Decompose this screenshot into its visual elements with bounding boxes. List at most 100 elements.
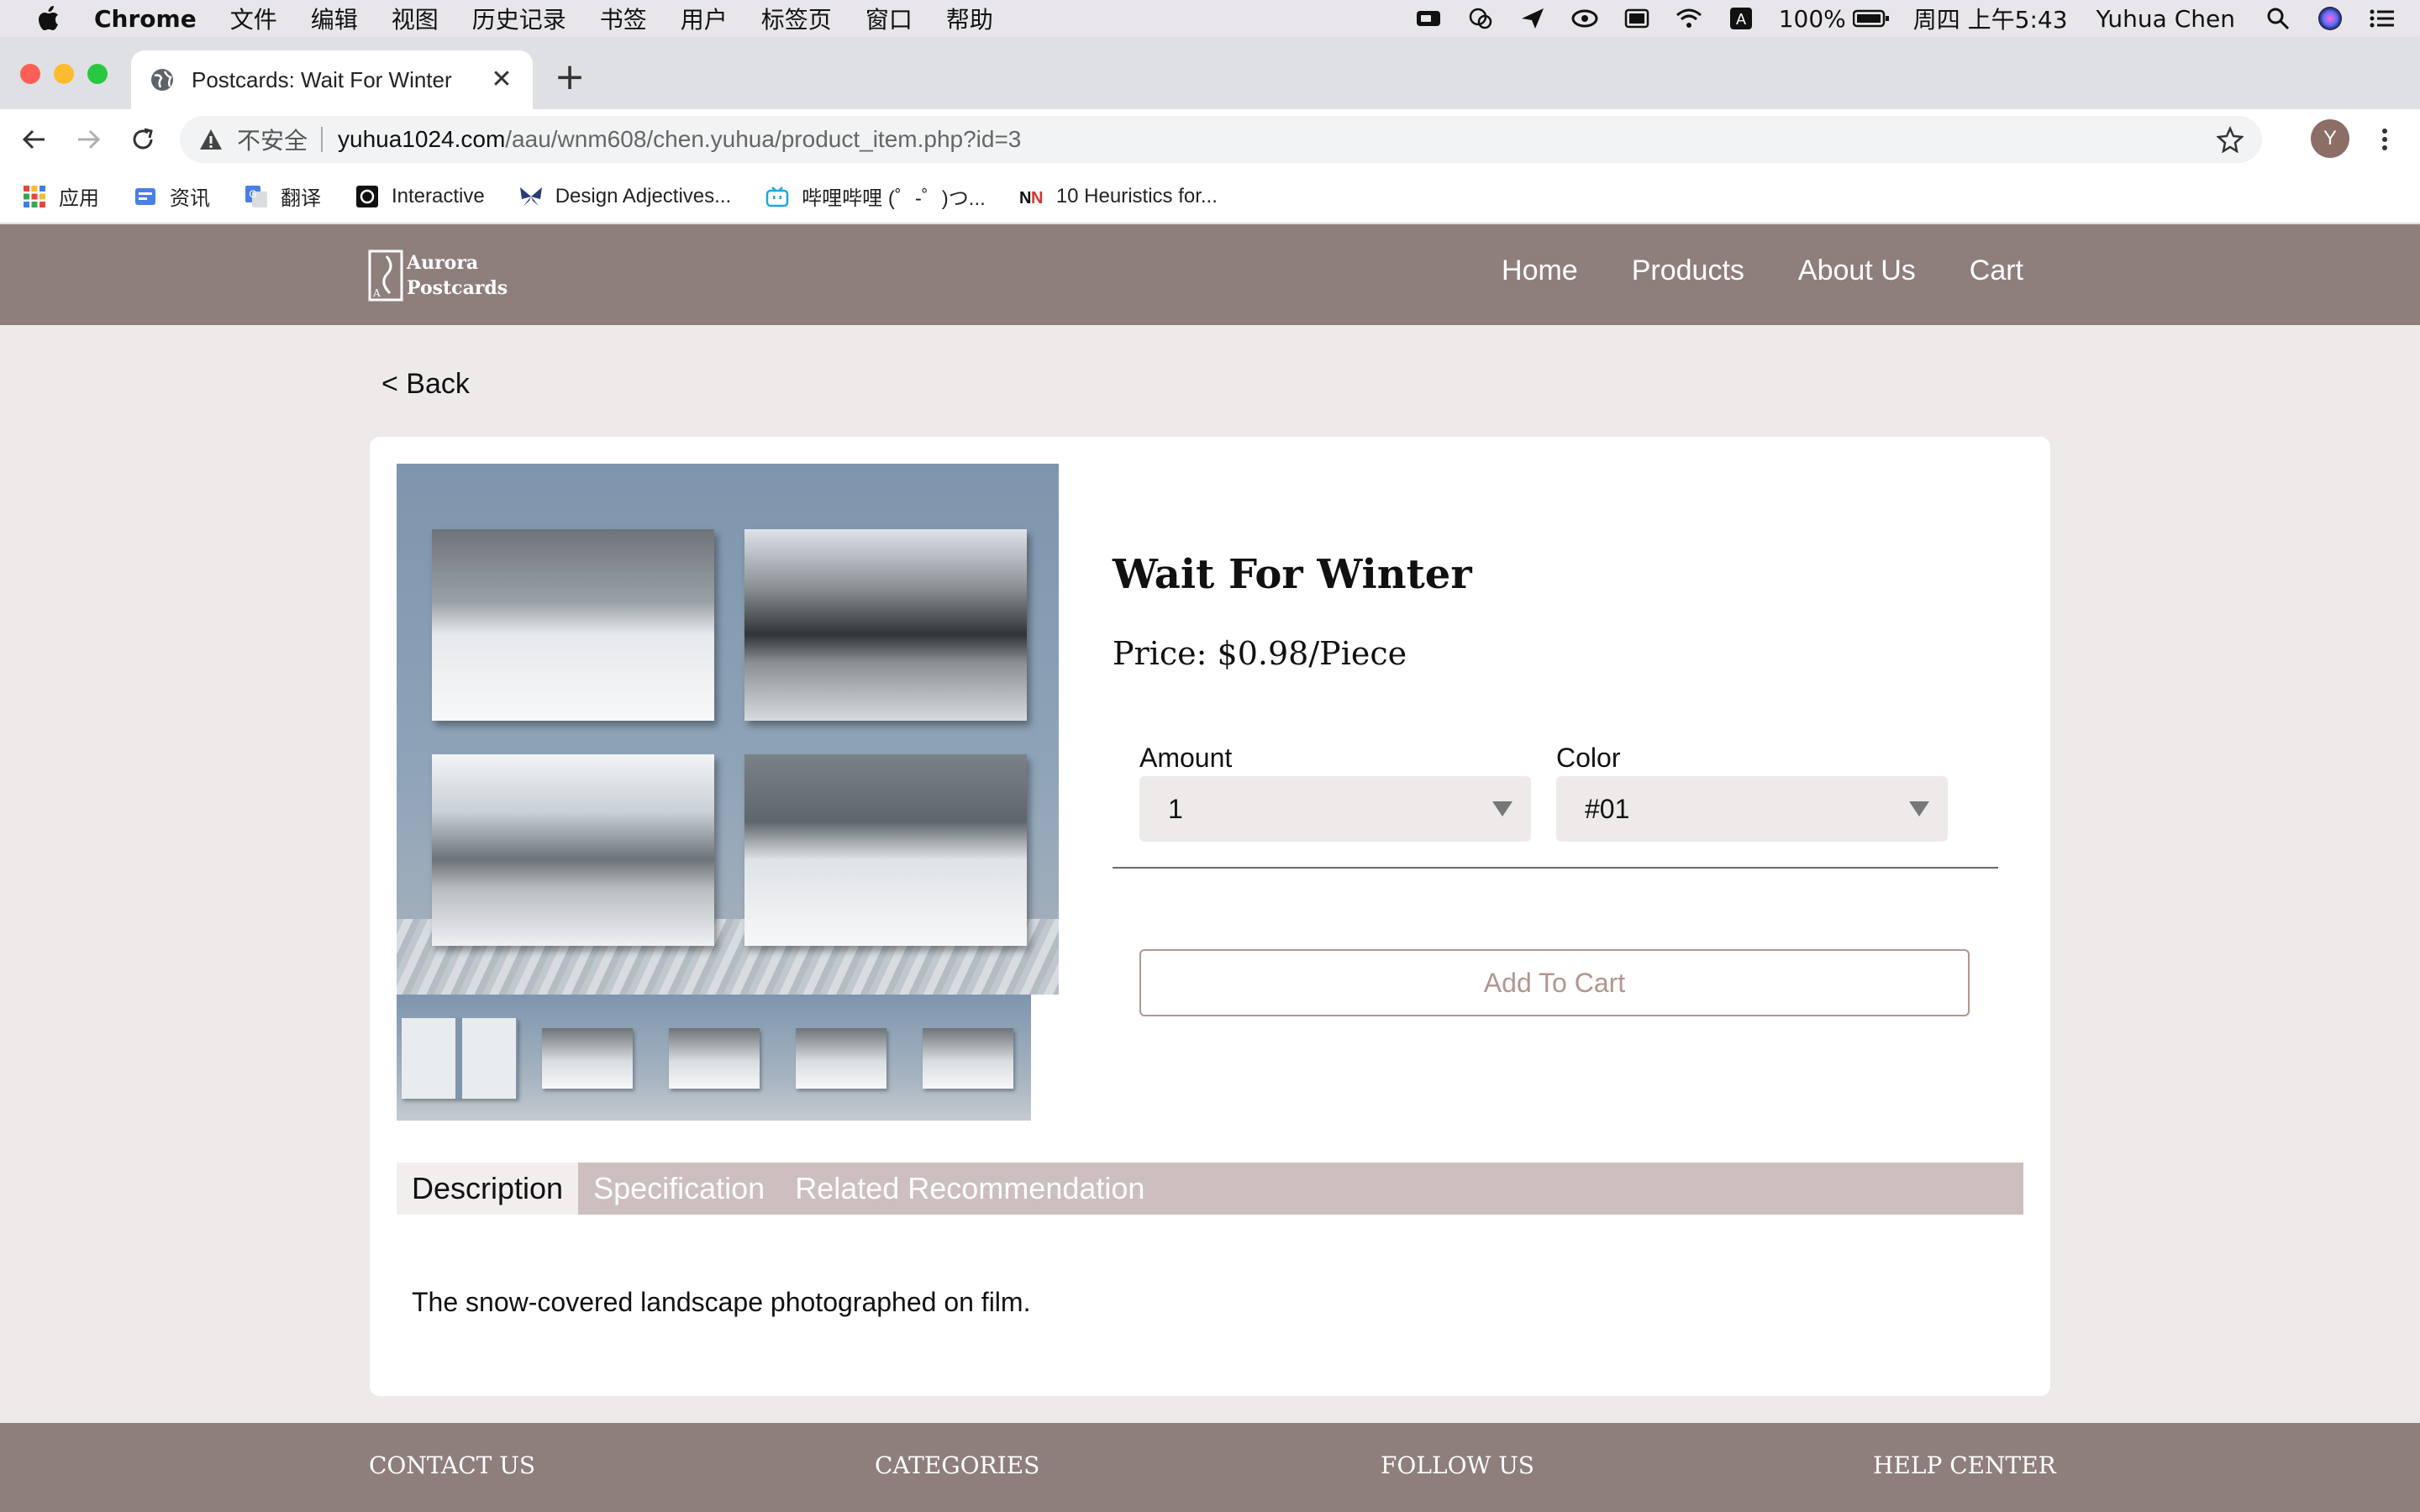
menu-help[interactable]: 帮助 [946,2,993,35]
window-icon[interactable] [1623,6,1651,31]
news-icon [133,184,158,209]
tab-description[interactable]: Description [397,1163,579,1215]
menu-bookmarks[interactable]: 书签 [600,2,647,35]
svg-text:G: G [249,188,256,200]
thumbnail-1[interactable] [397,995,523,1121]
reload-icon[interactable] [126,123,160,156]
add-to-cart-button[interactable]: Add To Cart [1139,949,1970,1016]
footer-contact-us[interactable]: CONTACT US [369,1452,535,1479]
site-header: A Aurora Postcards Home Products About U… [0,224,2420,325]
bookmarks-bar: 应用 资讯 G 翻译 Interactive Design Adjectives… [0,170,2420,223]
thumbnail-4[interactable] [777,995,904,1121]
amount-label: Amount [1139,743,1233,773]
postcard-photo [744,754,1027,946]
postcard-photo [432,754,714,946]
tab-close-icon[interactable]: ✕ [487,66,516,94]
color-label: Color [1556,743,1621,773]
footer-follow-us[interactable]: FOLLOW US [1381,1452,1534,1479]
svg-text:N: N [1019,189,1031,207]
bookmark-label: Design Adjectives... [555,184,732,207]
nav-about-us[interactable]: About Us [1798,255,1916,287]
browser-tab-active[interactable]: Postcards: Wait For Winter ✕ [131,50,533,109]
not-secure-label[interactable]: 不安全 [237,123,308,156]
color-select[interactable]: #01 [1556,776,1948,842]
profile-avatar[interactable]: Y [2311,119,2349,158]
globe-icon [151,69,173,91]
tab-related-recommendation[interactable]: Related Recommendation [780,1163,1160,1215]
product-card: Wait For Winter Price: $0.98/Piece Amoun… [370,437,2050,1396]
footer-help-center[interactable]: HELP CENTER [1873,1452,2056,1479]
nav-home[interactable]: Home [1502,255,1578,287]
bookmark-label: 哔哩哔哩 (゜-゜)つ... [802,187,986,210]
tab-specification[interactable]: Specification [578,1163,780,1215]
menu-history[interactable]: 历史记录 [472,2,566,35]
siri-icon[interactable] [2316,6,2344,31]
new-tab-button[interactable]: + [553,59,587,96]
footer-categories[interactable]: CATEGORIES [875,1452,1039,1479]
svg-text:A: A [372,287,381,299]
bookmark-label: 应用 [59,187,99,210]
menu-view[interactable]: 视图 [392,2,439,35]
bookmark-news[interactable]: 资讯 [133,181,210,211]
bookmark-translate[interactable]: G 翻译 [244,181,321,211]
logo-text: Aurora Postcards [407,250,508,301]
nng-icon: NN [1019,184,1044,209]
bookmark-interactive[interactable]: Interactive [355,184,485,209]
user-name[interactable]: Yuhua Chen [2096,5,2235,33]
dropdown-caret-icon [1909,801,1929,816]
back-link[interactable]: < Back [381,368,470,401]
url-host: yuhua1024.com [338,126,506,152]
nav-cart[interactable]: Cart [1970,255,2023,287]
menu-window[interactable]: 窗口 [865,2,913,35]
creative-cloud-icon[interactable] [1570,6,1599,31]
battery-icon[interactable] [1852,6,1890,31]
back-arrow-icon[interactable] [17,123,50,156]
thumbnail-2[interactable] [523,995,650,1121]
menu-people[interactable]: 用户 [681,2,728,35]
aurora-logo-icon: A [368,249,403,302]
address-bar[interactable]: 不安全 yuhua1024.com/aau/wnm608/chen.yuhua/… [180,116,2262,163]
thumbnail-strip [397,995,1032,1121]
url-path: /aau/wnm608/chen.yuhua/product_item.php?… [505,126,1022,152]
chat-icon[interactable] [1466,6,1495,31]
menu-app-name[interactable]: Chrome [94,5,197,33]
bookmark-design-adjectives[interactable]: Design Adjectives... [518,184,731,209]
notification-center-icon[interactable] [2368,6,2396,31]
product-tabs: Description Specification Related Recomm… [397,1163,2023,1215]
nav-products[interactable]: Products [1632,255,1744,287]
browser-menu-icon[interactable] [2368,123,2402,156]
menu-file[interactable]: 文件 [230,2,277,35]
interactive-site-icon [355,184,380,209]
bookmark-label: Interactive [392,184,485,207]
amount-select[interactable]: 1 [1139,776,1531,842]
address-separator [321,127,324,152]
browser-tab-strip: Postcards: Wait For Winter ✕ + [0,37,2420,109]
apple-menu-icon[interactable] [32,2,66,35]
thumbnail-5[interactable] [904,995,1031,1121]
bookmark-star-icon[interactable] [2217,126,2244,153]
product-title: Wait For Winter [1113,551,1472,598]
minimize-window-button[interactable] [54,64,74,84]
battery-percent: 100% [1778,4,1846,33]
thumbnail-3[interactable] [650,995,777,1121]
menu-tab[interactable]: 标签页 [761,2,832,35]
bookmark-apps[interactable]: 应用 [22,181,99,211]
warning-icon[interactable] [198,127,224,152]
bookmark-heuristics[interactable]: NN 10 Heuristics for... [1019,184,1218,209]
product-main-image[interactable] [397,464,1059,995]
forward-arrow-icon[interactable] [72,123,106,156]
close-window-button[interactable] [20,64,40,84]
send-icon[interactable] [1518,6,1547,31]
input-method-icon[interactable]: A [1727,6,1755,31]
video-camera-icon[interactable] [1414,6,1443,31]
bookmark-bilibili[interactable]: 哔哩哔哩 (゜-゜)つ... [765,181,986,211]
zoom-window-button[interactable] [87,64,108,84]
site-logo[interactable]: A Aurora Postcards [368,248,508,303]
bookmark-label: 翻译 [281,187,321,210]
clock[interactable]: 周四 上午5:43 [1913,2,2068,35]
bilibili-tv-icon [765,184,790,209]
menu-edit[interactable]: 编辑 [311,2,358,35]
wifi-icon[interactable] [1675,6,1703,31]
product-price: Price: $0.98/Piece [1113,635,1407,672]
spotlight-search-icon[interactable] [2264,6,2292,31]
